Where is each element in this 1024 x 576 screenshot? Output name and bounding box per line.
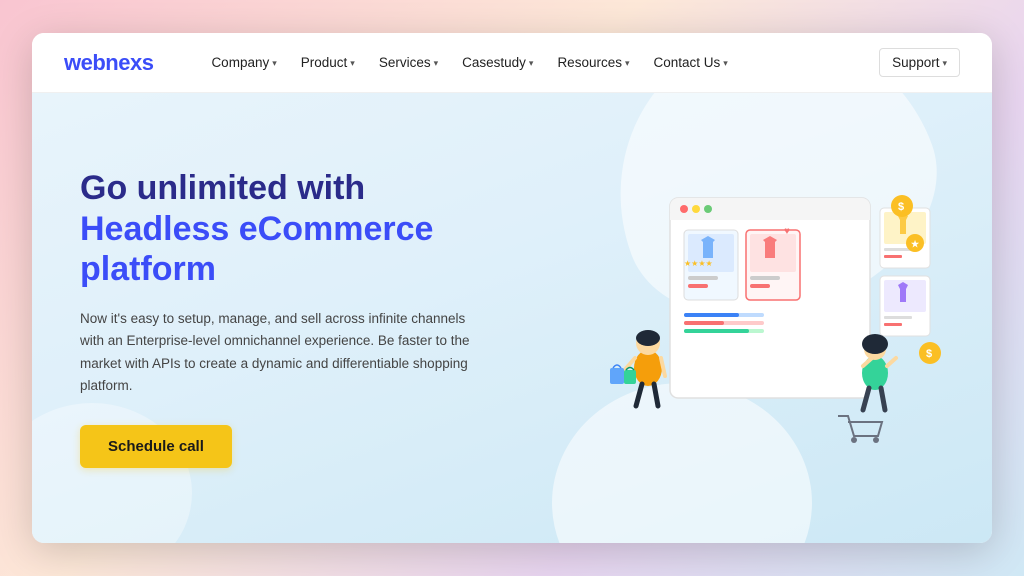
browser-window: webnexs Company ▾ Product ▾ Services ▾ C… bbox=[32, 33, 992, 543]
nav-label-product: Product bbox=[301, 55, 348, 70]
support-button[interactable]: Support ▾ bbox=[879, 48, 960, 77]
chevron-down-icon: ▾ bbox=[942, 58, 947, 69]
hero-section: Go unlimited with Headless eCommerce pla… bbox=[32, 93, 992, 543]
nav-item-contact-us[interactable]: Contact Us ▾ bbox=[644, 49, 738, 76]
support-label: Support bbox=[892, 55, 939, 70]
hero-title: Go unlimited with Headless eCommerce pla… bbox=[80, 168, 470, 290]
logo[interactable]: webnexs bbox=[64, 50, 153, 76]
chevron-down-icon: ▾ bbox=[350, 58, 355, 69]
chevron-down-icon: ▾ bbox=[723, 58, 728, 69]
svg-text:★★★★: ★★★★ bbox=[684, 259, 713, 268]
navbar: webnexs Company ▾ Product ▾ Services ▾ C… bbox=[32, 33, 992, 93]
svg-text:$: $ bbox=[898, 201, 904, 213]
hero-title-line3: platform bbox=[80, 250, 216, 288]
hero-content: Go unlimited with Headless eCommerce pla… bbox=[80, 168, 470, 468]
nav-links: Company ▾ Product ▾ Services ▾ Casestudy… bbox=[201, 49, 879, 76]
nav-item-casestudy[interactable]: Casestudy ▾ bbox=[452, 49, 543, 76]
nav-right: Support ▾ bbox=[879, 48, 960, 77]
nav-label-casestudy: Casestudy bbox=[462, 55, 526, 70]
nav-label-resources: Resources bbox=[557, 55, 622, 70]
hero-title-line1: Go unlimited with bbox=[80, 169, 365, 207]
svg-text:♥: ♥ bbox=[784, 226, 790, 237]
hero-description: Now it's easy to setup, manage, and sell… bbox=[80, 308, 470, 397]
chevron-down-icon: ▾ bbox=[434, 58, 439, 69]
svg-text:$: $ bbox=[926, 348, 932, 360]
chevron-down-icon: ▾ bbox=[529, 58, 534, 69]
nav-item-product[interactable]: Product ▾ bbox=[291, 49, 365, 76]
nav-label-services: Services bbox=[379, 55, 431, 70]
hero-illustration: ♥ ★★★★ bbox=[580, 158, 960, 478]
nav-item-services[interactable]: Services ▾ bbox=[369, 49, 448, 76]
nav-label-contact-us: Contact Us bbox=[654, 55, 721, 70]
chevron-down-icon: ▾ bbox=[272, 58, 277, 69]
svg-text:★: ★ bbox=[911, 239, 920, 249]
schedule-call-button[interactable]: Schedule call bbox=[80, 425, 232, 468]
nav-item-resources[interactable]: Resources ▾ bbox=[547, 49, 639, 76]
chevron-down-icon: ▾ bbox=[625, 58, 630, 69]
nav-item-company[interactable]: Company ▾ bbox=[201, 49, 286, 76]
nav-label-company: Company bbox=[211, 55, 269, 70]
hero-title-line2: Headless eCommerce bbox=[80, 210, 433, 248]
